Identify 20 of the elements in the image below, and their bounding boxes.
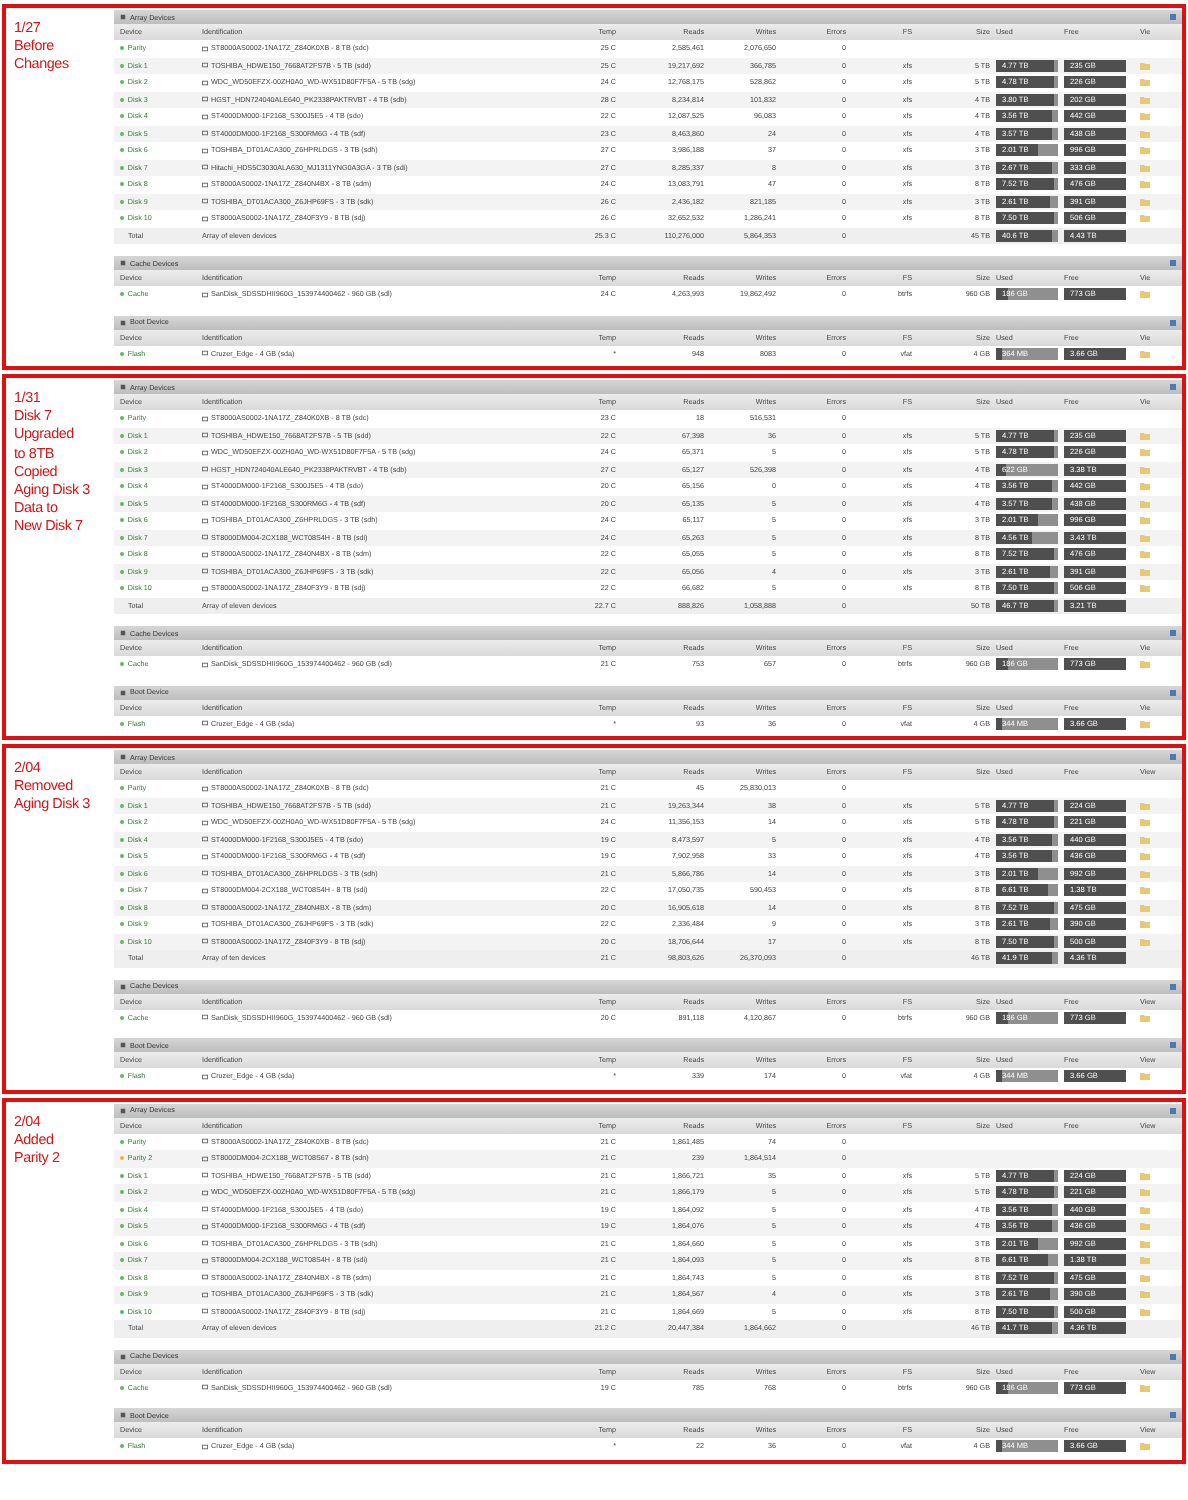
toggle-icon[interactable]: [1170, 1412, 1176, 1418]
toggle-icon[interactable]: [1170, 1042, 1176, 1048]
folder-icon[interactable]: [1140, 1383, 1150, 1392]
folder-icon[interactable]: [1140, 349, 1150, 358]
toggle-icon[interactable]: [1170, 1107, 1176, 1113]
toggle-icon[interactable]: [1170, 14, 1176, 20]
folder-icon[interactable]: [1140, 719, 1150, 728]
toggle-icon[interactable]: [1170, 260, 1176, 266]
folder-icon[interactable]: [1140, 660, 1150, 669]
toggle-icon[interactable]: [1170, 630, 1176, 636]
toggle-icon[interactable]: [1170, 689, 1176, 695]
toggle-icon[interactable]: [1170, 319, 1176, 325]
toggle-icon[interactable]: [1170, 754, 1176, 760]
folder-icon[interactable]: [1140, 1013, 1150, 1022]
toggle-icon[interactable]: [1170, 1353, 1176, 1359]
folder-icon[interactable]: [1140, 290, 1150, 299]
folder-icon[interactable]: [1140, 1072, 1150, 1081]
toggle-icon[interactable]: [1170, 983, 1176, 989]
folder-icon[interactable]: [1140, 1442, 1150, 1451]
toggle-icon[interactable]: [1170, 384, 1176, 390]
